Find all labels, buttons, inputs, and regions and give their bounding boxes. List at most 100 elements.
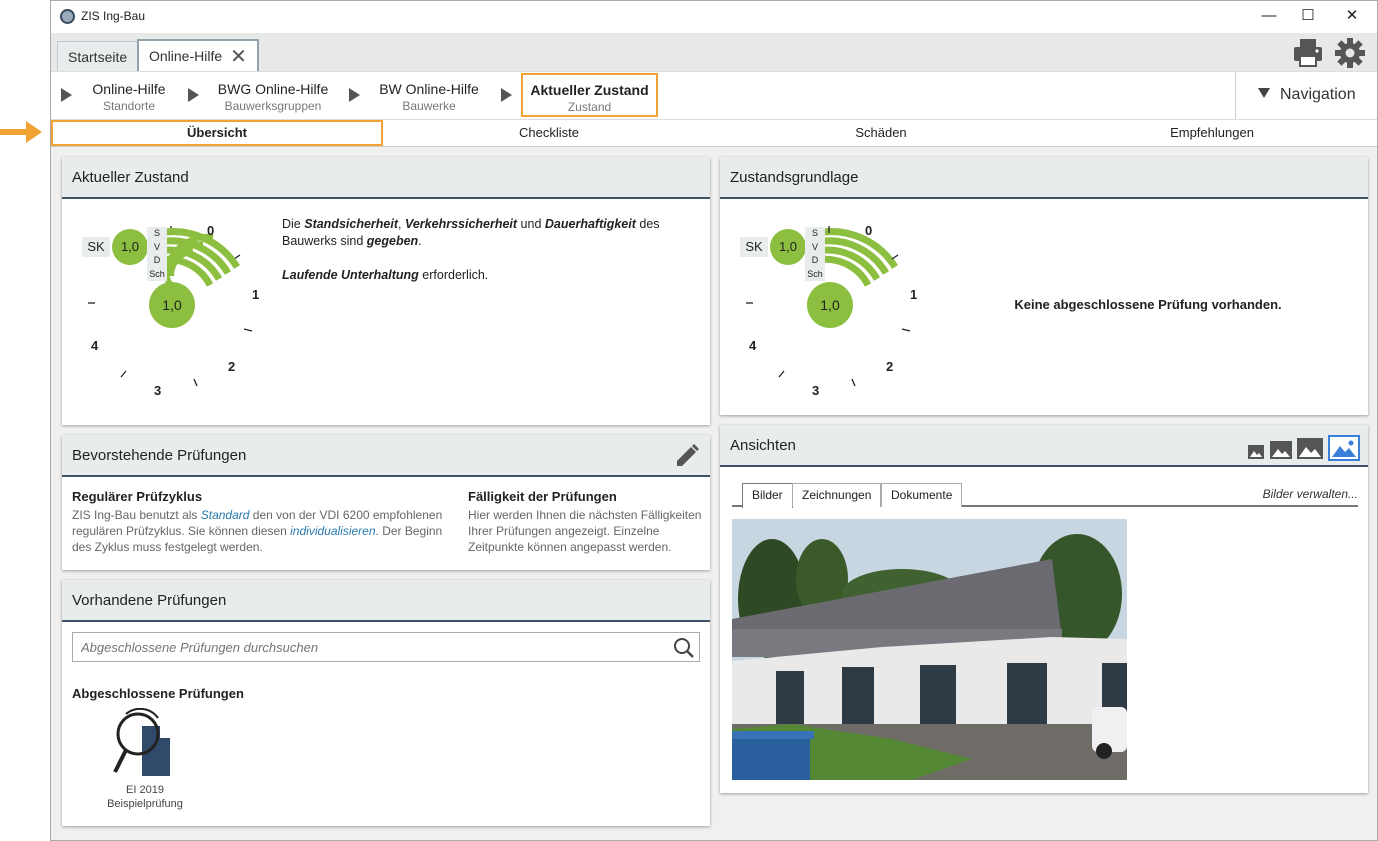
panel-vorhandene-pruefungen: Vorhandene Prüfungen Abgeschlossene Prüf… [62,580,710,826]
scale-label-0: 0 [207,223,215,238]
sk-label: SK [82,237,110,257]
overall-condition-badge: 1,0 [149,282,195,328]
tab-online-hilfe[interactable]: Online-Hilfe ✕ [137,39,259,71]
sk-value-badge: 1,0 [112,229,148,265]
tab-bilder[interactable]: Bilder [742,483,793,508]
search-input[interactable] [73,633,663,661]
inspection-building-icon [113,707,170,776]
settings-gear-icon[interactable] [1333,36,1367,70]
panel-header: Zustandsgrundlage [720,157,1368,199]
image-size-medium-icon[interactable] [1270,441,1292,459]
condition-description: Die Standsicherheit, Verkehrssicherheit … [282,217,660,282]
annotation-arrow-right [0,121,42,143]
breadcrumb-arrow-icon [188,88,199,102]
panel-header: Bevorstehende Prüfungen [62,435,710,477]
panel-aktueller-zustand: Aktueller Zustand SK 1,0 S V D Sch 1,0 0… [62,157,710,425]
scale-label-4: 4 [91,338,99,353]
panel-title: Bevorstehende Prüfungen [72,447,247,464]
band-label-s: S [153,228,160,238]
breadcrumb: Online-Hilfe Standorte BWG Online-Hilfe Ba… [51,71,1377,120]
scale-label-4: 4 [749,338,757,353]
breadcrumb-item-zustand[interactable]: Aktueller Zustand Zustand [521,73,658,117]
tab-startseite[interactable]: Startseite [57,41,139,71]
panel-title: Aktueller Zustand [72,169,189,186]
section-tabs: Übersicht Checkliste Schäden Empfehlunge… [51,119,1377,147]
band-labels: S V D Sch [805,227,825,281]
close-tab-icon[interactable]: ✕ [230,46,247,68]
print-icon[interactable] [1291,36,1325,70]
panel-title: Zustandsgrundlage [730,169,859,186]
overall-condition-badge: 1,0 [807,282,853,328]
tab-strip: Startseite Online-Hilfe ✕ [51,33,1377,71]
sk-label: SK [740,237,768,257]
image-size-xlarge-icon [1330,437,1358,459]
band-label-s: S [811,228,818,238]
edit-pencil-icon[interactable] [674,443,700,469]
panel-ansichten: Ansichten Bilder Zeichnungen Dokumente B… [720,425,1368,793]
image-size-large-icon[interactable] [1297,438,1323,459]
scale-label-3: 3 [812,383,820,398]
app-window: ZIS Ing-Bau — ☐ ✕ Startseite Online-Hilf… [50,0,1378,841]
panel-zustandsgrundlage: Zustandsgrundlage SK 1,0 S V D Sch 1,0 0… [720,157,1368,415]
standard-link[interactable]: Standard [201,508,250,522]
band-label-d: D [811,255,819,265]
building-photo[interactable] [732,519,1127,780]
tab-uebersicht[interactable]: Übersicht [51,120,383,146]
inspection-search [72,632,700,662]
breadcrumb-item-bauwerke[interactable]: BW Online-Hilfe Bauwerke [369,72,489,120]
panel-title: Ansichten [730,437,796,454]
inspection-year: EI 2019 [126,784,164,796]
sk-value-badge: 1,0 [770,229,806,265]
no-inspection-message: Keine abgeschlossene Prüfung vorhanden. [1014,297,1282,312]
completed-section-title: Abgeschlossene Prüfungen [72,686,244,701]
scale-label-2: 2 [228,359,236,374]
ansichten-content: Bilder Zeichnungen Dokumente Bilder verw… [720,467,1368,793]
tab-zeichnungen[interactable]: Zeichnungen [792,483,882,507]
breadcrumb-item-bauwerksgruppen[interactable]: BWG Online-Hilfe Bauwerksgruppen [211,72,335,120]
band-label-sch: Sch [149,268,165,279]
tab-dokumente[interactable]: Dokumente [881,483,963,507]
inspection-item[interactable]: EI 2019 Beispielprüfung [100,707,190,811]
panel-header: Vorhandene Prüfungen [62,580,710,622]
tab-checkliste[interactable]: Checkliste [383,120,715,146]
band-label-d: D [153,255,161,265]
scale-label-1: 1 [910,287,918,302]
due-title: Fälligkeit der Prüfungen [468,489,617,504]
panel-title: Vorhandene Prüfungen [72,592,227,609]
minimize-button[interactable]: — [1254,5,1284,27]
window-title: ZIS Ing-Bau [81,9,146,23]
navigation-button[interactable]: Navigation [1235,72,1377,120]
band-label-sch: Sch [807,268,823,279]
individualize-link[interactable]: individualisieren [290,524,375,538]
scale-label-2: 2 [886,359,894,374]
due-description: Hier werden Ihnen die nächsten Fälligkei… [468,508,702,554]
breadcrumb-arrow-icon [349,88,360,102]
app-logo-icon [60,9,75,24]
media-tabs: Bilder Zeichnungen Dokumente Bilder verw… [732,483,1358,508]
breadcrumb-item-standorte[interactable]: Online-Hilfe Standorte [81,72,177,120]
scale-label-0: 0 [865,223,873,238]
scale-label-1: 1 [252,287,260,302]
panel-bevorstehende-pruefungen: Bevorstehende Prüfungen Regulärer Prüfzy… [62,435,710,570]
image-size-small-icon[interactable] [1248,445,1264,459]
band-label-v: V [153,241,160,252]
breadcrumb-arrow-icon [501,88,512,102]
close-window-button[interactable]: ✕ [1337,5,1367,27]
band-labels: S V D Sch [147,227,167,281]
title-bar: ZIS Ing-Bau — ☐ ✕ [51,1,1377,33]
manage-images-link[interactable]: Bilder verwalten... [1263,487,1358,501]
panel-header: Aktueller Zustand [62,157,710,199]
breadcrumb-arrow-icon [61,88,72,102]
tab-schaeden[interactable]: Schäden [715,120,1047,146]
maximize-button[interactable]: ☐ [1293,5,1323,27]
triangle-down-icon [1258,88,1270,98]
cycle-title: Regulärer Prüfzyklus [72,489,203,504]
inspection-name: Beispielprüfung [107,798,183,810]
image-size-xlarge-button[interactable] [1328,435,1360,461]
cycle-description: ZIS Ing-Bau benutzt als Standard den von… [72,508,443,554]
band-label-v: V [811,241,818,252]
tab-empfehlungen[interactable]: Empfehlungen [1047,120,1377,146]
scale-label-3: 3 [154,383,162,398]
building-photo-image [732,519,1127,780]
search-icon[interactable] [673,637,695,659]
